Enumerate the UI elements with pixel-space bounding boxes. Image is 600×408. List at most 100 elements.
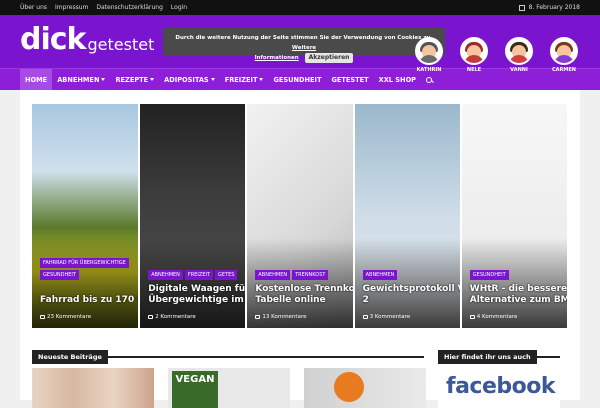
avatar-body (509, 55, 529, 63)
post-thumb-2[interactable]: VEGAN (168, 368, 290, 408)
author-avatar[interactable]: KATHRIN (413, 37, 445, 73)
nav-item-label: HOME (25, 75, 48, 84)
slide-meta: 2 Kommentare (148, 314, 196, 320)
category-tag[interactable]: ABNEHMEN (255, 270, 291, 280)
fruit-image (334, 372, 364, 402)
author-avatars: KATHRIN NELE VANNI CARMEN (413, 37, 580, 73)
chevron-down-icon (210, 78, 215, 81)
cookie-more-link-1[interactable]: Weitere (292, 45, 316, 51)
comment-count[interactable]: 23 Kommentare (47, 314, 91, 320)
facebook-logo: facebook (446, 374, 556, 399)
slide-title[interactable]: Digitale Waagen für Übergewichtige im Te… (148, 284, 245, 306)
slide-tags: ABNEHMEN TRENNKOST (255, 270, 352, 280)
slide-tags: GESUNDHEIT (469, 270, 567, 280)
slide-title[interactable]: Gewichtsprotokoll Vol. 2 (363, 284, 460, 306)
slide-meta: 3 Kommentare (362, 314, 411, 320)
section-find-us-title: Hier findet ihr uns auch (438, 350, 537, 364)
top-links: Über uns Impressum Datenschutzerklärung … (20, 4, 187, 11)
slide-title[interactable]: Fahrrad bis zu 170 kg (40, 295, 138, 306)
current-date: 8. February 2018 (528, 4, 580, 11)
category-tag[interactable]: ABNEHMEN (362, 270, 398, 280)
cookie-banner: Durch die weitere Nutzung der Seite stim… (163, 28, 445, 63)
site-logo[interactable]: dick getestet (20, 25, 154, 55)
nav-item-adipositas[interactable]: ADIPOSITAS (159, 69, 220, 90)
comment-count[interactable]: 13 Kommentare (262, 314, 306, 320)
nav-item-home[interactable]: HOME (20, 69, 53, 90)
facebook-widget[interactable]: facebook (438, 368, 560, 408)
nav-item-label: XXL SHOP (378, 75, 417, 84)
category-tag[interactable]: TRENNKOST (292, 270, 329, 280)
category-tag[interactable]: FAHRRAD FÜR ÜBERGEWICHTIGE (40, 258, 129, 268)
nav-item-rezepte[interactable]: REZEPTE (110, 69, 159, 90)
calendar-icon (518, 4, 525, 11)
section-latest-title: Neueste Beiträge (32, 350, 108, 364)
avatar (550, 37, 578, 65)
main-content: FAHRRAD FÜR ÜBERGEWICHTIGE GESUNDHEIT Fahr… (20, 90, 580, 408)
post-thumb-1[interactable] (32, 368, 154, 408)
cookie-more-link-2[interactable]: Informationen (255, 55, 299, 61)
nav-item-label: FREIZEIT (224, 75, 258, 84)
chevron-down-icon (150, 78, 155, 81)
author-name: CARMEN (552, 67, 576, 73)
chevron-down-icon (259, 78, 264, 81)
slide-title[interactable]: WHtR - die bessere Alternative zum BMI (470, 284, 567, 306)
category-tag[interactable]: GETES (215, 270, 238, 280)
chevron-down-icon (101, 78, 106, 81)
author-avatar[interactable]: VANNI (503, 37, 535, 73)
featured-slide[interactable]: ABNEHMENFREIZEITGETES Digitale Waagen für… (140, 104, 246, 328)
comment-count[interactable]: 4 Kommentare (477, 314, 518, 320)
search-icon[interactable] (426, 76, 433, 83)
comment-icon (40, 315, 45, 319)
slide-meta: 13 Kommentare (255, 314, 306, 320)
nav-item-freizeit[interactable]: FREIZEIT (220, 69, 269, 90)
slide-tags: FAHRRAD FÜR ÜBERGEWICHTIGE GESUNDHEIT (40, 258, 138, 280)
author-avatar[interactable]: CARMEN (548, 37, 580, 73)
comment-icon (469, 315, 475, 319)
featured-slide[interactable]: ABNEHMENTRENNKOST Kostenlose Trennkost Ta… (247, 104, 353, 328)
link-ueber-uns[interactable]: Über uns (20, 4, 47, 11)
avatar-body (419, 55, 439, 63)
category-tag[interactable]: FREIZEIT (184, 270, 214, 280)
category-tag[interactable]: ABNEHMEN (148, 270, 183, 280)
site-header: dick getestet Durch die weitere Nutzung … (0, 15, 600, 73)
author-name: KATHRIN (416, 67, 442, 73)
nav-item-getestet[interactable]: GETESTET (326, 69, 373, 90)
comment-icon (148, 315, 154, 319)
cookie-text-line: Durch die weitere Nutzung der Seite stim… (163, 33, 445, 53)
slide-meta: 4 Kommentare (469, 314, 518, 320)
cookie-accept-button[interactable]: Akzeptieren (304, 53, 354, 63)
avatar (460, 37, 488, 65)
link-datenschutz[interactable]: Datenschutzerklärung (96, 4, 163, 11)
top-bar: Über uns Impressum Datenschutzerklärung … (0, 0, 600, 15)
comment-icon (255, 315, 261, 319)
nav-item-gesundheit[interactable]: GESUNDHEIT (268, 69, 326, 90)
post-thumb-3[interactable] (304, 368, 426, 408)
avatar-body (464, 55, 484, 63)
featured-slide[interactable]: FAHRRAD FÜR ÜBERGEWICHTIGE GESUNDHEIT Fahr… (32, 104, 139, 328)
link-login[interactable]: Login (171, 4, 187, 11)
nav-item-label: ADIPOSITAS (164, 75, 209, 84)
logo-getestet: getestet (87, 35, 155, 54)
featured-slide[interactable]: GESUNDHEIT WHtR - die bessere Alternative… (461, 104, 567, 328)
comment-count[interactable]: 3 Kommentare (370, 314, 411, 320)
nav-item-label: REZEPTE (115, 75, 149, 84)
cookie-text: Durch die weitere Nutzung der Seite stim… (175, 35, 433, 41)
category-tag[interactable]: GESUNDHEIT (469, 270, 509, 280)
logo-dick: dick (20, 22, 86, 57)
author-avatar[interactable]: NELE (458, 37, 490, 73)
nav-item-abnehmen[interactable]: ABNEHMEN (52, 69, 110, 90)
featured-slider: FAHRRAD FÜR ÜBERGEWICHTIGE GESUNDHEIT Fahr… (32, 104, 567, 328)
slide-meta: 23 Kommentare (40, 314, 91, 320)
avatar (505, 37, 533, 65)
slide-title[interactable]: Kostenlose Trennkost Tabelle online (255, 284, 352, 306)
nav-item-label: ABNEHMEN (57, 75, 100, 84)
author-name: NELE (466, 67, 482, 73)
nav-item-label: GESUNDHEIT (273, 75, 322, 84)
link-impressum[interactable]: Impressum (55, 4, 88, 11)
slide-tags: ABNEHMEN (362, 270, 460, 280)
section-find-us: Hier findet ihr uns auch (438, 344, 560, 364)
latest-posts: VEGAN (32, 368, 426, 408)
comment-count[interactable]: 2 Kommentare (155, 314, 196, 320)
featured-slide[interactable]: ABNEHMEN Gewichtsprotokoll Vol. 2 3 Kommen… (354, 104, 460, 328)
category-tag[interactable]: GESUNDHEIT (40, 270, 79, 280)
